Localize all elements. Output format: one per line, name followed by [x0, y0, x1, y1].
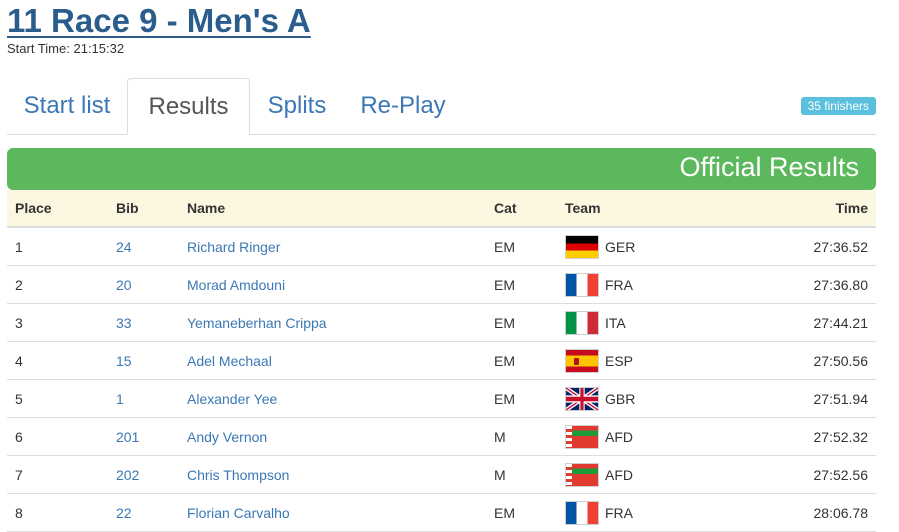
fra-flag-icon	[565, 500, 599, 525]
time-cell: 27:51.94	[765, 379, 876, 418]
athlete-name-link[interactable]: Yemaneberhan Crippa	[187, 315, 327, 331]
table-row: 7 202 Chris Thompson M AFD 27:52.56	[7, 455, 876, 494]
column-header-team[interactable]: Team	[557, 190, 765, 228]
ger-flag-icon	[565, 234, 599, 259]
time-cell: 27:50.56	[765, 341, 876, 380]
column-header-bib[interactable]: Bib	[108, 190, 179, 228]
category-cell: EM	[486, 341, 557, 380]
team-cell: GER	[565, 234, 765, 259]
bib-link[interactable]: 20	[116, 277, 132, 293]
tab-replay[interactable]: Re-Play	[344, 78, 462, 133]
table-row: 5 1 Alexander Yee EM GBR 27:51.94	[7, 379, 876, 418]
team-code: FRA	[605, 504, 633, 521]
athlete-name-link[interactable]: Adel Mechaal	[187, 353, 272, 369]
official-results-title: Official Results	[679, 152, 859, 182]
official-results-header: Official Results	[7, 148, 876, 190]
team-cell: FRA	[565, 500, 765, 525]
start-time-value: 21:15:32	[73, 41, 125, 56]
place-cell: 3	[7, 303, 108, 342]
bib-link[interactable]: 201	[116, 429, 139, 445]
place-cell: 5	[7, 379, 108, 418]
time-cell: 27:44.21	[765, 303, 876, 342]
time-cell: 27:52.56	[765, 455, 876, 494]
athlete-name-link[interactable]: Andy Vernon	[187, 429, 267, 445]
table-header-row: Place Bib Name Cat Team Time	[7, 190, 876, 228]
place-cell: 4	[7, 341, 108, 380]
tab-results[interactable]: Results	[127, 78, 250, 135]
athlete-name-link[interactable]: Morad Amdouni	[187, 277, 285, 293]
team-code: FRA	[605, 276, 633, 293]
team-code: ESP	[605, 352, 634, 369]
athlete-name-link[interactable]: Chris Thompson	[187, 467, 289, 483]
column-header-time[interactable]: Time	[765, 190, 876, 228]
fra-flag-icon	[565, 272, 599, 297]
bib-link[interactable]: 1	[116, 391, 124, 407]
bib-link[interactable]: 33	[116, 315, 132, 331]
team-code: GBR	[605, 390, 636, 407]
tab-splits[interactable]: Splits	[250, 78, 344, 133]
start-time: Start Time: 21:15:32	[7, 41, 876, 56]
results-table: Place Bib Name Cat Team Time 1 24 Richar…	[7, 190, 876, 532]
team-cell: AFD	[565, 462, 765, 487]
table-row: 3 33 Yemaneberhan Crippa EM ITA 27:44.21	[7, 303, 876, 342]
bib-link[interactable]: 24	[116, 239, 132, 255]
team-cell: AFD	[565, 424, 765, 449]
afd-flag-icon	[565, 462, 599, 487]
place-cell: 2	[7, 265, 108, 304]
time-cell: 27:36.80	[765, 265, 876, 304]
place-cell: 1	[7, 227, 108, 266]
category-cell: EM	[486, 265, 557, 304]
team-code: AFD	[605, 428, 633, 445]
team-cell: FRA	[565, 272, 765, 297]
team-code: AFD	[605, 466, 633, 483]
gbr-flag-icon	[565, 386, 599, 411]
place-cell: 7	[7, 455, 108, 494]
time-cell: 28:06.78	[765, 493, 876, 532]
athlete-name-link[interactable]: Alexander Yee	[187, 391, 277, 407]
time-cell: 27:52.32	[765, 417, 876, 456]
team-code: GER	[605, 238, 636, 255]
athlete-name-link[interactable]: Florian Carvalho	[187, 505, 290, 521]
table-row: 1 24 Richard Ringer EM GER 27:36.52	[7, 227, 876, 266]
tab-bar: Start list Results Splits Re-Play 35 fin…	[7, 78, 876, 135]
esp-flag-icon	[565, 348, 599, 373]
table-row: 2 20 Morad Amdouni EM FRA 27:36.80	[7, 265, 876, 304]
tab-start-list[interactable]: Start list	[7, 78, 127, 133]
team-cell: GBR	[565, 386, 765, 411]
time-cell: 27:36.52	[765, 227, 876, 266]
category-cell: M	[486, 417, 557, 456]
afd-flag-icon	[565, 424, 599, 449]
team-code: ITA	[605, 314, 626, 331]
bib-link[interactable]: 15	[116, 353, 132, 369]
bib-link[interactable]: 22	[116, 505, 132, 521]
start-time-label: Start Time:	[7, 41, 70, 56]
athlete-name-link[interactable]: Richard Ringer	[187, 239, 280, 255]
bib-link[interactable]: 202	[116, 467, 139, 483]
column-header-name[interactable]: Name	[179, 190, 486, 228]
place-cell: 6	[7, 417, 108, 456]
place-cell: 8	[7, 493, 108, 532]
table-row: 8 22 Florian Carvalho EM FRA 28:06.78	[7, 493, 876, 532]
category-cell: M	[486, 455, 557, 494]
category-cell: EM	[486, 379, 557, 418]
category-cell: EM	[486, 303, 557, 342]
table-row: 6 201 Andy Vernon M AFD 27:52.32	[7, 417, 876, 456]
category-cell: EM	[486, 227, 557, 266]
team-cell: ITA	[565, 310, 765, 335]
finishers-badge: 35 finishers	[800, 97, 876, 115]
table-row: 4 15 Adel Mechaal EM ESP 27:50.56	[7, 341, 876, 380]
category-cell: EM	[486, 493, 557, 532]
race-title[interactable]: 11 Race 9 - Men's A	[7, 0, 311, 40]
ita-flag-icon	[565, 310, 599, 335]
results-page: 11 Race 9 - Men's A Start Time: 21:15:32…	[7, 0, 876, 532]
team-cell: ESP	[565, 348, 765, 373]
column-header-place[interactable]: Place	[7, 190, 108, 228]
column-header-cat[interactable]: Cat	[486, 190, 557, 228]
